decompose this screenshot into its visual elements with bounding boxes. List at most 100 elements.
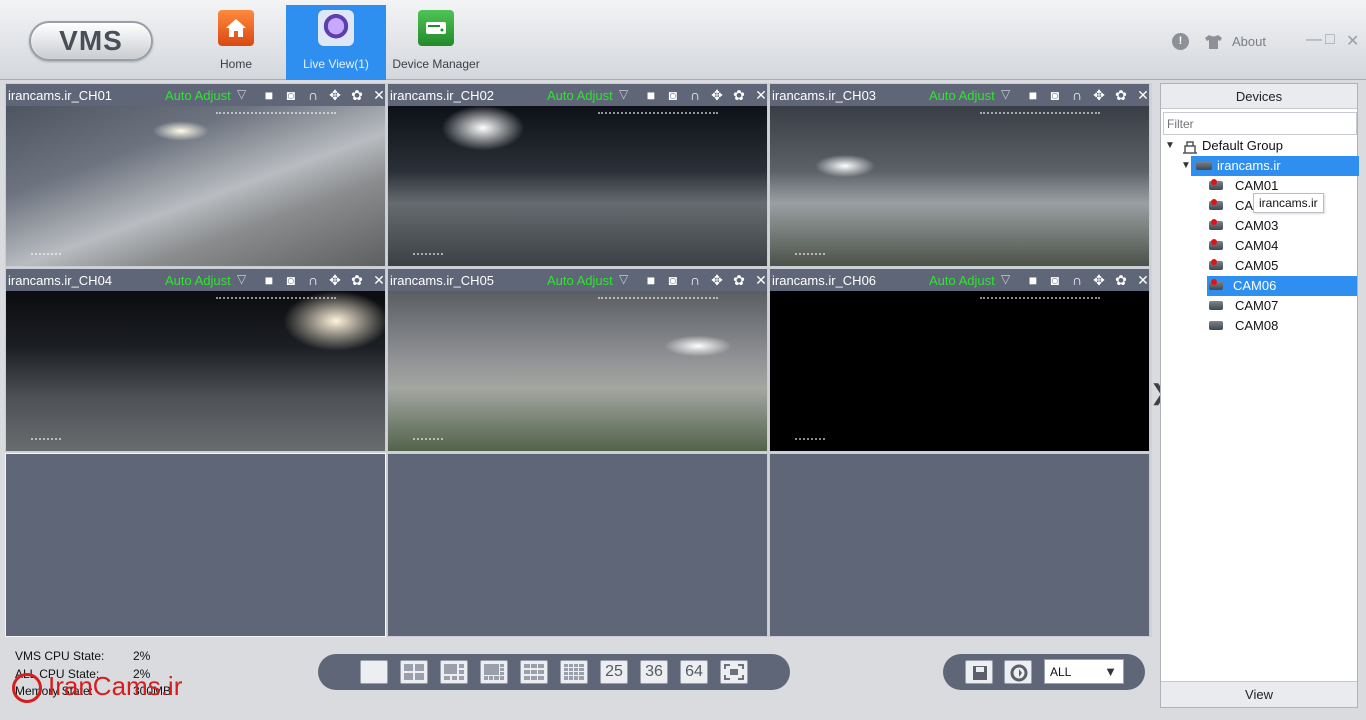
about-link[interactable]: About <box>1232 34 1266 49</box>
color-adjust-icon[interactable]: ✿ <box>730 272 748 288</box>
auto-adjust-toggle[interactable]: Auto Adjust <box>547 273 613 288</box>
record-icon[interactable]: ■ <box>642 272 660 288</box>
close-cell-icon[interactable]: ✕ <box>1134 272 1149 288</box>
refresh-stream-button[interactable] <box>1004 660 1032 684</box>
snapshot-icon[interactable]: ◙ <box>282 272 300 288</box>
record-icon[interactable]: ■ <box>1024 272 1042 288</box>
color-adjust-icon[interactable]: ✿ <box>1112 272 1130 288</box>
tree-node-camera-selected[interactable]: CAM06 <box>1207 276 1357 296</box>
video-cell-4[interactable]: irancams.ir_CH04 Auto Adjust ▽ ■ ◙ ∩ ✥ ✿… <box>5 268 386 452</box>
view-button[interactable]: View <box>1161 681 1357 707</box>
layout-9-button[interactable] <box>520 660 548 684</box>
nav-tab-device-manager[interactable]: Device Manager <box>386 5 486 80</box>
video-feed <box>6 291 385 451</box>
tooltip: irancams.ir <box>1253 193 1324 213</box>
layout-16-button[interactable] <box>560 660 588 684</box>
audio-icon[interactable]: ∩ <box>304 87 322 103</box>
audio-icon[interactable]: ∩ <box>304 272 322 288</box>
video-cell-2[interactable]: irancams.ir_CH02 Auto Adjust ▽ ■ ◙ ∩ ✥ ✿… <box>387 83 768 267</box>
ptz-icon[interactable]: ✥ <box>326 272 344 288</box>
auto-adjust-toggle[interactable]: Auto Adjust <box>929 88 995 103</box>
close-cell-icon[interactable]: ✕ <box>1134 87 1149 103</box>
fullscreen-button[interactable] <box>720 660 748 684</box>
snapshot-icon[interactable]: ◙ <box>664 272 682 288</box>
video-cell-3[interactable]: irancams.ir_CH03 Auto Adjust ▽ ■ ◙ ∩ ✥ ✿… <box>769 83 1150 267</box>
refresh-icon <box>1010 664 1028 682</box>
video-cell-9-empty[interactable] <box>769 453 1150 637</box>
adjust-dropdown-icon[interactable]: ▽ <box>237 272 246 286</box>
close-cell-icon[interactable]: ✕ <box>370 272 385 288</box>
ptz-icon[interactable]: ✥ <box>708 87 726 103</box>
video-cell-1[interactable]: irancams.ir_CH01 Auto Adjust ▽ ■ ◙ ∩ ✥ ✿… <box>5 83 386 267</box>
snapshot-icon[interactable]: ◙ <box>282 87 300 103</box>
expand-arrow-icon[interactable]: ▼ <box>1181 156 1191 176</box>
adjust-dropdown-icon[interactable]: ▽ <box>1001 272 1010 286</box>
minimize-button[interactable]: — <box>1306 31 1322 49</box>
layout-1-button[interactable] <box>360 660 388 684</box>
snapshot-icon[interactable]: ◙ <box>1046 272 1064 288</box>
color-adjust-icon[interactable]: ✿ <box>1112 87 1130 103</box>
close-cell-icon[interactable]: ✕ <box>370 87 385 103</box>
expand-arrow-icon[interactable]: ▼ <box>1165 136 1175 156</box>
layout-8-button[interactable] <box>480 660 508 684</box>
auto-adjust-toggle[interactable]: Auto Adjust <box>929 273 995 288</box>
maximize-button[interactable]: □ <box>1325 31 1335 49</box>
video-feed <box>388 291 767 451</box>
record-icon[interactable]: ■ <box>260 272 278 288</box>
save-layout-button[interactable] <box>965 660 993 684</box>
tree-node-camera[interactable]: CAM07 <box>1209 296 1309 316</box>
stream-type-select[interactable]: ALL ▼ <box>1044 659 1124 684</box>
adjust-dropdown-icon[interactable]: ▽ <box>619 87 628 101</box>
record-icon[interactable]: ■ <box>642 87 660 103</box>
layout-36-button[interactable]: 36 <box>640 660 668 684</box>
record-icon[interactable]: ■ <box>1024 87 1042 103</box>
auto-adjust-toggle[interactable]: Auto Adjust <box>165 88 231 103</box>
camera-icon <box>1209 279 1223 290</box>
tree-node-site[interactable]: ▼ irancams.ir <box>1181 156 1359 176</box>
snapshot-icon[interactable]: ◙ <box>664 87 682 103</box>
layout-6-button[interactable] <box>440 660 468 684</box>
info-icon[interactable]: ! <box>1172 33 1189 50</box>
video-cell-8-empty[interactable] <box>387 453 768 637</box>
close-window-button[interactable]: ✕ <box>1346 31 1359 51</box>
snapshot-icon[interactable]: ◙ <box>1046 87 1064 103</box>
video-cell-5[interactable]: irancams.ir_CH05 Auto Adjust ▽ ■ ◙ ∩ ✥ ✿… <box>387 268 768 452</box>
ptz-icon[interactable]: ✥ <box>1090 87 1108 103</box>
adjust-dropdown-icon[interactable]: ▽ <box>1001 87 1010 101</box>
layout-25-button[interactable]: 25 <box>600 660 628 684</box>
dvr-icon <box>1196 161 1212 170</box>
tree-node-default-group[interactable]: ▼ Default Group <box>1165 136 1355 156</box>
auto-adjust-toggle[interactable]: Auto Adjust <box>165 273 231 288</box>
audio-icon[interactable]: ∩ <box>686 87 704 103</box>
layout-4-button[interactable] <box>400 660 428 684</box>
auto-adjust-toggle[interactable]: Auto Adjust <box>547 88 613 103</box>
audio-icon[interactable]: ∩ <box>686 272 704 288</box>
nav-tab-home[interactable]: Home <box>205 5 267 80</box>
layout-64-button[interactable]: 64 <box>680 660 708 684</box>
camera-icon <box>1209 259 1223 270</box>
tree-node-camera[interactable]: CAM04 <box>1209 236 1309 256</box>
ptz-icon[interactable]: ✥ <box>1090 272 1108 288</box>
color-adjust-icon[interactable]: ✿ <box>730 87 748 103</box>
video-feed <box>770 291 1149 451</box>
color-adjust-icon[interactable]: ✿ <box>348 272 366 288</box>
adjust-dropdown-icon[interactable]: ▽ <box>237 87 246 101</box>
skin-icon[interactable] <box>1205 34 1222 49</box>
nav-tab-live-view[interactable]: Live View(1) <box>286 5 386 80</box>
record-icon[interactable]: ■ <box>260 87 278 103</box>
ptz-icon[interactable]: ✥ <box>326 87 344 103</box>
tree-node-camera[interactable]: CAM03 <box>1209 216 1309 236</box>
close-cell-icon[interactable]: ✕ <box>752 272 767 288</box>
tree-node-camera[interactable]: CAM05 <box>1209 256 1309 276</box>
video-cell-6[interactable]: irancams.ir_CH06 Auto Adjust ▽ ■ ◙ ∩ ✥ ✿… <box>769 268 1150 452</box>
adjust-dropdown-icon[interactable]: ▽ <box>619 272 628 286</box>
device-filter-input[interactable] <box>1163 112 1357 135</box>
video-cell-7-empty[interactable] <box>5 453 386 637</box>
ptz-icon[interactable]: ✥ <box>708 272 726 288</box>
tree-node-camera[interactable]: CAM08 <box>1209 316 1309 336</box>
cell-title-bar: irancams.ir_CH01 Auto Adjust ▽ ■ ◙ ∩ ✥ ✿… <box>6 84 385 106</box>
audio-icon[interactable]: ∩ <box>1068 272 1086 288</box>
close-cell-icon[interactable]: ✕ <box>752 87 767 103</box>
color-adjust-icon[interactable]: ✿ <box>348 87 366 103</box>
audio-icon[interactable]: ∩ <box>1068 87 1086 103</box>
